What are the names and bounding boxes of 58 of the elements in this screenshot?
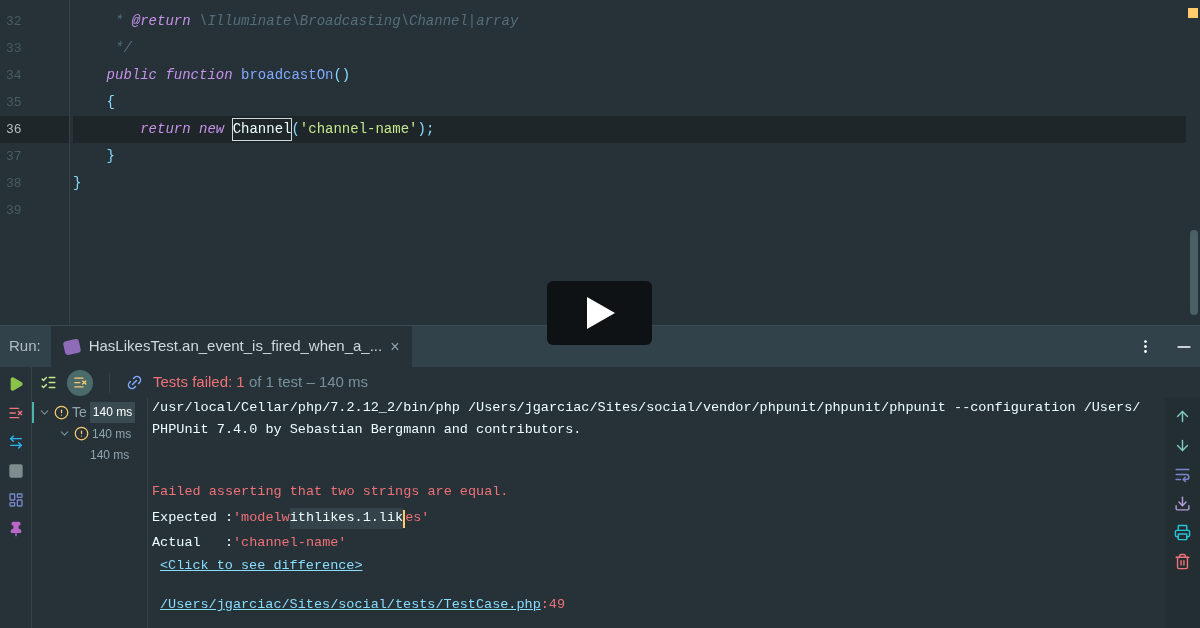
code-token: { bbox=[105, 93, 115, 112]
warning-marker bbox=[1188, 8, 1198, 18]
duration-text: 140 ms bbox=[92, 425, 132, 443]
line-number: 36 bbox=[6, 120, 22, 139]
duration-tooltip: 140 ms bbox=[89, 402, 136, 423]
code-token: ); bbox=[417, 120, 435, 139]
tree-label: Te bbox=[72, 403, 87, 422]
code-token: () bbox=[333, 66, 351, 85]
compare-value: 'channel-name' bbox=[233, 534, 347, 553]
tree-row[interactable]: 140 ms bbox=[32, 423, 147, 444]
code-token: * bbox=[114, 12, 125, 31]
difference-link[interactable]: <Click to see difference> bbox=[160, 558, 363, 573]
toggle-icon[interactable] bbox=[7, 434, 24, 450]
compare-label: Actual : bbox=[152, 534, 233, 553]
code-token: 'channel-name' bbox=[299, 120, 418, 139]
test-status: Tests failed: 1 of 1 test – 140 ms bbox=[153, 372, 369, 393]
delete-icon[interactable] bbox=[1174, 553, 1191, 570]
code-token: } bbox=[73, 174, 82, 193]
code-token: } bbox=[105, 147, 115, 166]
code-token: */ bbox=[114, 39, 132, 58]
run-tab[interactable]: HasLikesTest.an_event_is_fired_when_a_... × bbox=[50, 326, 412, 367]
file-link[interactable]: /Users/jgarciac/Sites/social/tests/TestCase.php bbox=[160, 595, 541, 617]
play-button[interactable] bbox=[547, 281, 652, 345]
duration-text: 140 ms bbox=[90, 446, 130, 464]
run-label: Run: bbox=[8, 336, 42, 357]
console-line: PHPUnit 7.4.0 by Sebastian Bergmann and contributors. bbox=[152, 421, 582, 439]
diff-highlight: ithlikes.1.lik bbox=[289, 508, 404, 529]
compare-value: es' bbox=[405, 509, 430, 528]
download-icon[interactable] bbox=[1174, 495, 1191, 512]
close-icon[interactable]: × bbox=[390, 334, 400, 359]
stop-icon[interactable] bbox=[7, 463, 24, 479]
filter-failed-icon bbox=[72, 375, 88, 390]
test-class-icon bbox=[62, 337, 81, 356]
print-icon[interactable] bbox=[1174, 524, 1191, 541]
warning-icon bbox=[54, 405, 69, 420]
compare-label: Expected : bbox=[152, 509, 233, 528]
play-icon bbox=[584, 297, 615, 329]
warning-icon bbox=[74, 426, 89, 441]
error-message: Failed asserting that two strings are equal. bbox=[152, 483, 509, 501]
line-number-text: :49 bbox=[540, 596, 566, 614]
checklist-icon[interactable] bbox=[40, 374, 57, 391]
matched-class-name: Channel bbox=[232, 119, 292, 140]
wrap-icon[interactable] bbox=[1174, 466, 1191, 483]
filter-failed-toggle[interactable] bbox=[67, 369, 93, 396]
code-token: \Illuminate\Broadcasting\Channel|array bbox=[198, 12, 519, 31]
console-line: /usr/local/Cellar/php/7.2.12_2/bin/php /Users/jgarciac/Sites/social/vendor/phpunit/phpunit/phpunit --configuration /Users/ bbox=[152, 399, 1141, 417]
tree-row[interactable]: 140 ms bbox=[32, 444, 147, 465]
code-token: @return bbox=[131, 12, 191, 31]
code-token: public function bbox=[105, 66, 234, 85]
rerun-failed-icon[interactable] bbox=[7, 405, 24, 421]
compare-value: 'modelw bbox=[233, 509, 290, 528]
code-token: return new bbox=[139, 120, 226, 139]
scrollbar-thumb[interactable] bbox=[1190, 230, 1198, 315]
text-cursor bbox=[403, 509, 406, 528]
tab-title: HasLikesTest.an_event_is_fired_when_a_... bbox=[88, 336, 383, 357]
layout-icon[interactable] bbox=[7, 492, 24, 508]
tree-row[interactable]: Te 140 ms bbox=[32, 402, 147, 423]
code-token: broadcastOn bbox=[241, 66, 334, 85]
